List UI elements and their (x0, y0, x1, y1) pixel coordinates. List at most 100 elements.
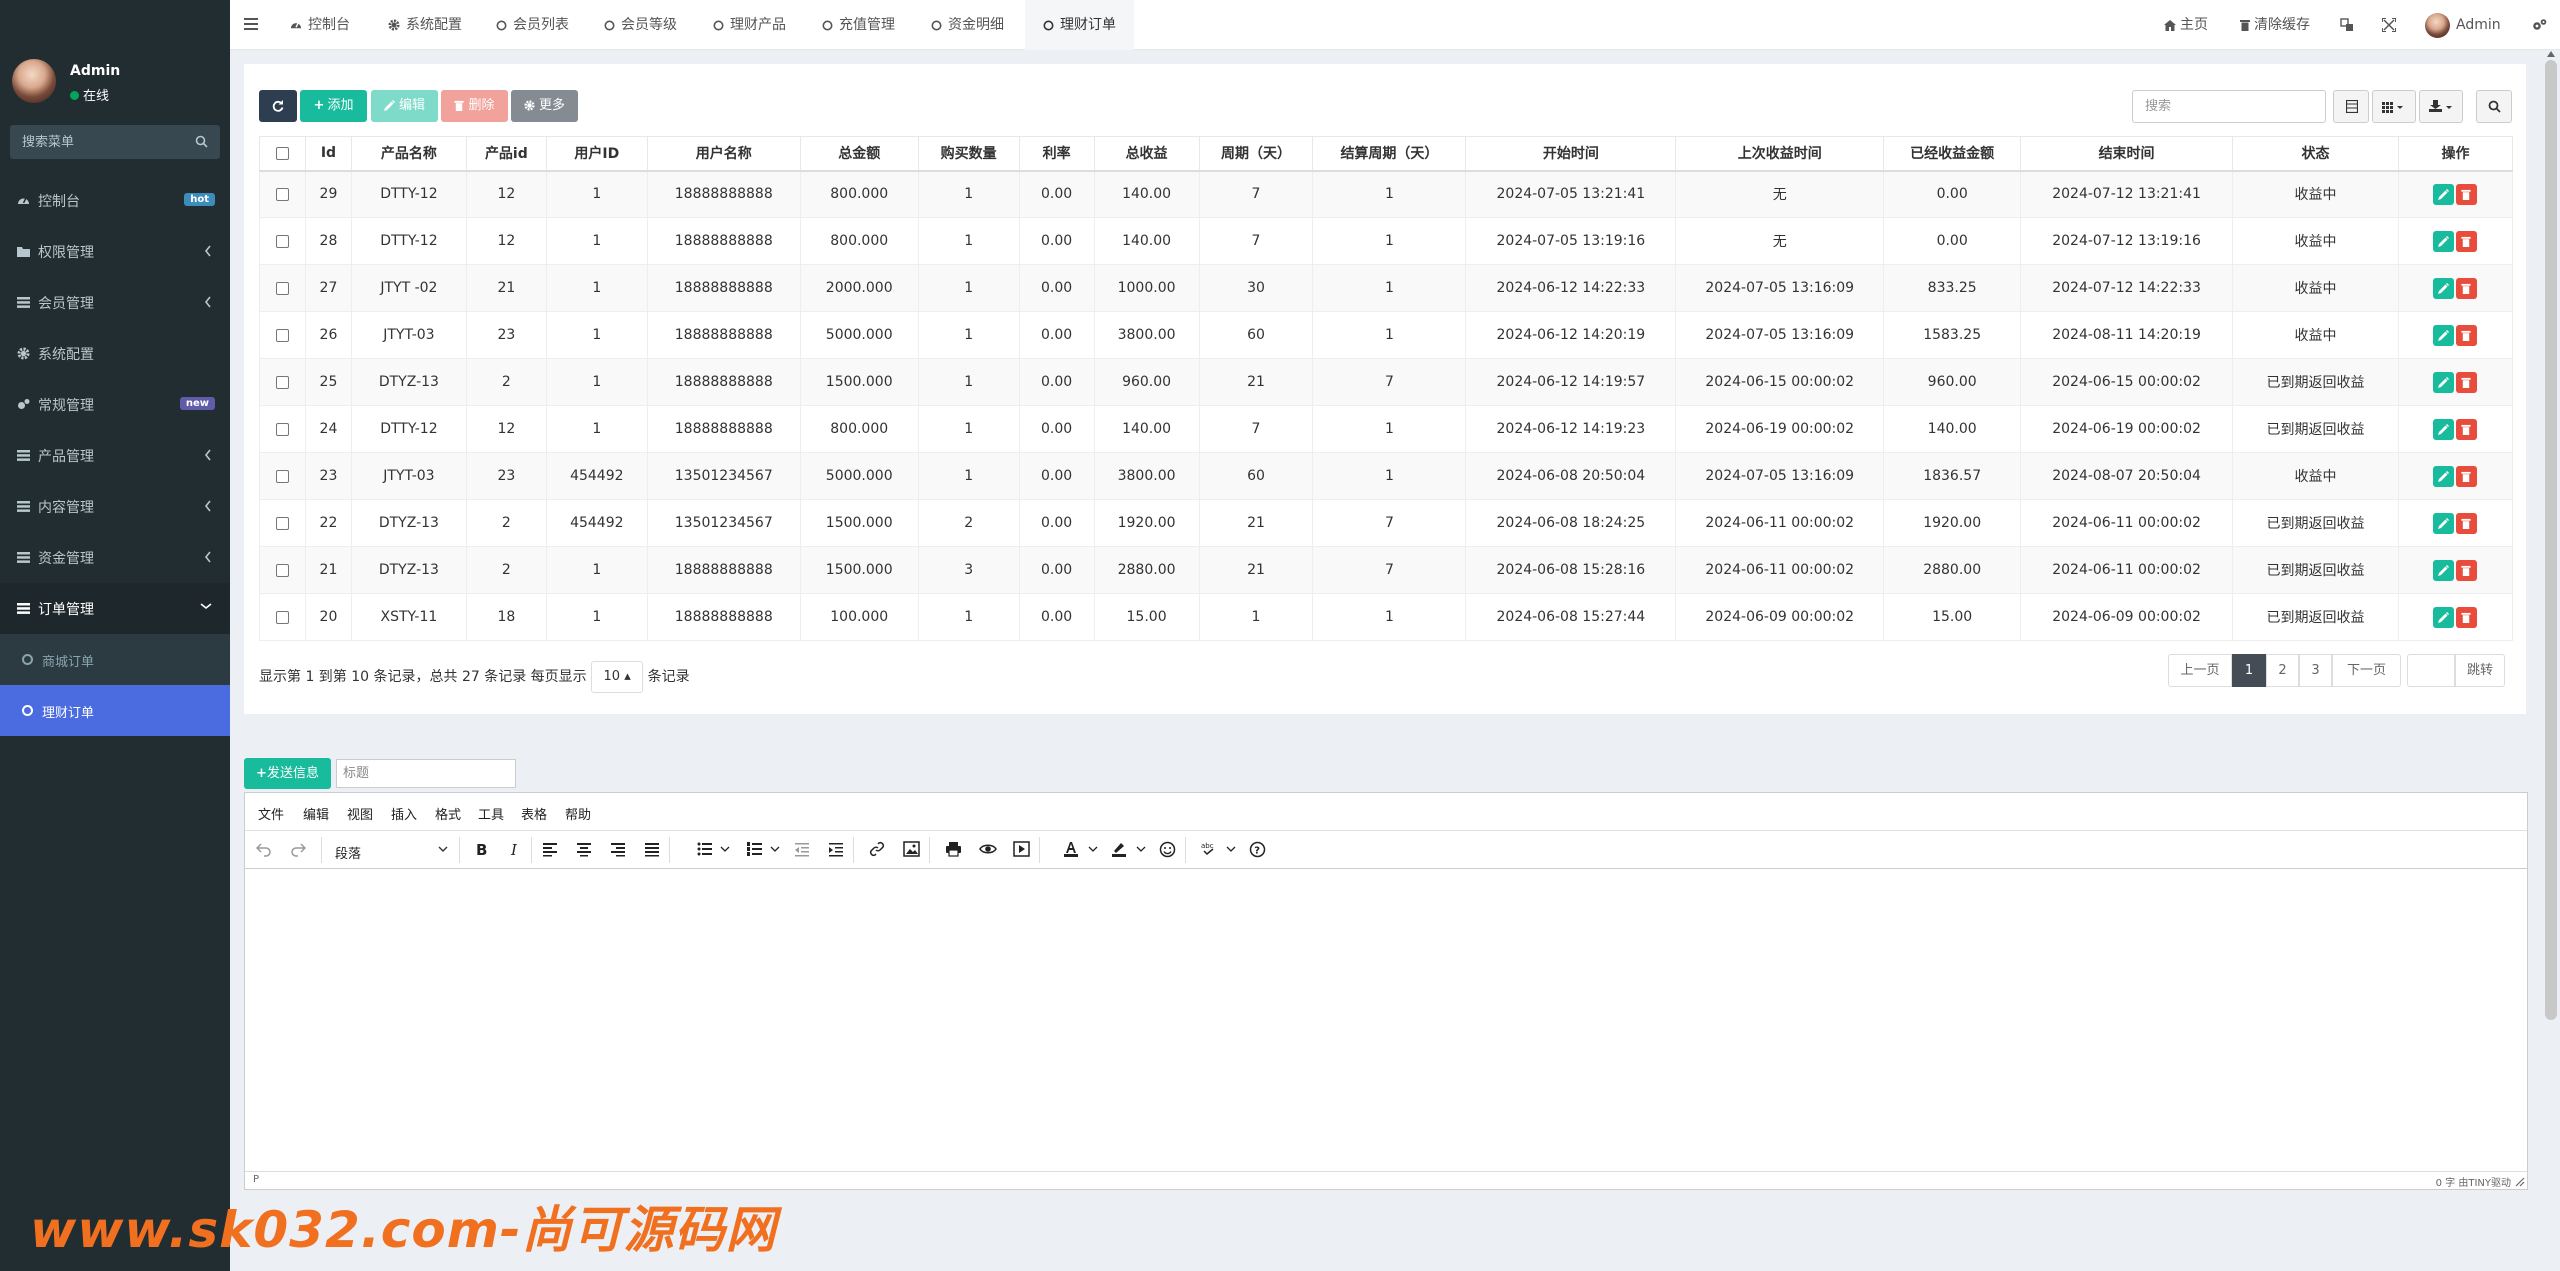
tab-finance-products[interactable]: 理财产品 (713, 0, 786, 50)
bold-icon[interactable]: B (473, 841, 489, 857)
column-header[interactable]: 总收益 (1093, 136, 1200, 172)
menu-edit[interactable]: 编辑 (303, 804, 329, 823)
sidebar-item-content[interactable]: 内容管理 (0, 481, 230, 532)
menu-file[interactable]: 文件 (258, 804, 284, 823)
row-edit-button[interactable] (2433, 324, 2455, 346)
column-header[interactable]: 状态 (2232, 136, 2399, 172)
preview-icon[interactable] (979, 841, 997, 857)
column-header[interactable]: 结束时间 (2020, 136, 2234, 172)
link-icon[interactable] (869, 841, 885, 857)
row-checkbox[interactable] (275, 516, 289, 530)
row-edit-button[interactable] (2433, 559, 2455, 581)
row-delete-button[interactable] (2456, 559, 2478, 581)
emoji-icon[interactable] (1159, 841, 1176, 858)
menu-view[interactable]: 视图 (347, 804, 373, 823)
row-delete-button[interactable] (2456, 183, 2478, 205)
page-scrollbar[interactable] (2545, 60, 2557, 1020)
menu-tools[interactable]: 工具 (478, 804, 504, 823)
sidebar-subitem-finance-orders[interactable]: 理财订单 (0, 685, 230, 736)
chevron-down-icon[interactable] (438, 846, 448, 853)
highlight-color-icon[interactable] (1111, 841, 1147, 857)
column-header[interactable]: 周期（天） (1198, 136, 1314, 172)
row-delete-button[interactable] (2456, 324, 2478, 346)
jump-button[interactable]: 跳转 (2455, 654, 2505, 687)
cogs-icon[interactable] (2532, 18, 2547, 32)
column-header[interactable]: 产品名称 (350, 136, 467, 172)
column-header[interactable]: 用户ID (545, 136, 648, 172)
spellcheck-icon[interactable]: abc (1201, 841, 1237, 857)
sidebar-subitem-mall-orders[interactable]: 商城订单 (0, 634, 230, 685)
row-delete-button[interactable] (2456, 277, 2478, 299)
table-row[interactable]: 23 JTYT-03 23 454492 13501234567 5000.000 1 0.0… (259, 452, 2514, 500)
align-right-icon[interactable] (610, 841, 626, 857)
column-header[interactable]: 用户名称 (646, 136, 801, 172)
tab-fund-details[interactable]: 资金明细 (931, 0, 1004, 50)
column-header[interactable]: 产品id (465, 136, 547, 172)
image-icon[interactable] (903, 841, 920, 857)
send-message-button[interactable]: +发送信息 (244, 758, 331, 789)
page-size-select[interactable]: 10 ▴ (591, 661, 644, 693)
table-row[interactable]: 27 JTYT -02 21 1 18888888888 2000.000 1 0.00 100… (259, 264, 2514, 312)
paragraph-select[interactable]: 段落 (335, 843, 361, 862)
row-checkbox[interactable] (275, 375, 289, 389)
table-search-input[interactable] (2132, 90, 2326, 123)
row-delete-button[interactable] (2456, 230, 2478, 252)
column-header[interactable]: 开始时间 (1465, 136, 1677, 172)
delete-button[interactable]: 删除 (441, 90, 508, 122)
row-delete-button[interactable] (2456, 606, 2478, 628)
row-edit-button[interactable] (2433, 230, 2455, 252)
toggle-view-button[interactable] (2333, 90, 2369, 123)
column-header[interactable]: 利率 (1018, 136, 1095, 172)
row-checkbox[interactable] (275, 328, 289, 342)
page-button-1[interactable]: 1 (2232, 654, 2266, 687)
undo-icon[interactable] (256, 841, 272, 857)
columns-button[interactable] (2372, 90, 2416, 123)
align-left-icon[interactable] (542, 841, 558, 857)
tab-dashboard[interactable]: 控制台 (290, 0, 350, 50)
table-row[interactable]: 20 XSTY-11 18 1 18888888888 100.000 1 0.00 15.00… (259, 593, 2514, 641)
resize-handle-icon[interactable] (2515, 1177, 2525, 1187)
column-header[interactable]: 上次收益时间 (1675, 136, 1885, 172)
row-edit-button[interactable] (2433, 418, 2455, 440)
tab-recharge[interactable]: 充值管理 (822, 0, 895, 50)
print-icon[interactable] (945, 841, 962, 857)
column-header[interactable]: 结算周期（天） (1312, 136, 1467, 172)
table-row[interactable]: 29 DTTY-12 12 1 18888888888 800.000 1 0.00 140.0… (259, 170, 2514, 218)
admin-menu[interactable]: Admin (2425, 0, 2501, 50)
table-row[interactable]: 24 DTTY-12 12 1 18888888888 800.000 1 0.00 140.0… (259, 405, 2514, 453)
row-edit-button[interactable] (2433, 277, 2455, 299)
row-checkbox[interactable] (275, 187, 289, 201)
advanced-search-button[interactable] (2476, 90, 2512, 123)
refresh-button[interactable] (259, 90, 297, 122)
sidebar-item-dashboard[interactable]: 控制台 hot (0, 175, 230, 226)
tab-member-level[interactable]: 会员等级 (604, 0, 677, 50)
search-icon[interactable] (195, 135, 208, 148)
sidebar-item-products[interactable]: 产品管理 (0, 430, 230, 481)
row-edit-button[interactable] (2433, 371, 2455, 393)
scroll-up-arrow-icon[interactable] (2546, 50, 2556, 58)
row-delete-button[interactable] (2456, 512, 2478, 534)
help-icon[interactable]: ? (1249, 841, 1266, 858)
more-button[interactable]: 更多 (511, 90, 578, 122)
menu-insert[interactable]: 插入 (391, 804, 417, 823)
column-header[interactable]: 已经收益金额 (1883, 136, 2022, 172)
select-all-checkbox[interactable] (275, 146, 289, 160)
column-header[interactable]: 购买数量 (917, 136, 1020, 172)
jump-page-input[interactable] (2407, 654, 2455, 687)
row-edit-button[interactable] (2433, 465, 2455, 487)
italic-icon[interactable]: I (507, 841, 523, 857)
row-delete-button[interactable] (2456, 371, 2478, 393)
table-row[interactable]: 22 DTYZ-13 2 454492 13501234567 1500.000 2 0.00… (259, 499, 2514, 547)
add-button[interactable]: + 添加 (300, 90, 367, 122)
tab-member-list[interactable]: 会员列表 (496, 0, 569, 50)
sidebar-item-permissions[interactable]: 权限管理 (0, 226, 230, 277)
redo-icon[interactable] (290, 841, 306, 857)
prev-page-button[interactable]: 上一页 (2168, 654, 2232, 687)
tab-system-config[interactable]: 系统配置 (388, 0, 462, 50)
row-checkbox[interactable] (275, 234, 289, 248)
sidebar-item-system-config[interactable]: 系统配置 (0, 328, 230, 379)
row-checkbox[interactable] (275, 469, 289, 483)
bullet-list-icon[interactable] (697, 841, 731, 857)
edit-button[interactable]: 编辑 (371, 90, 438, 122)
hamburger-icon[interactable] (244, 18, 258, 30)
